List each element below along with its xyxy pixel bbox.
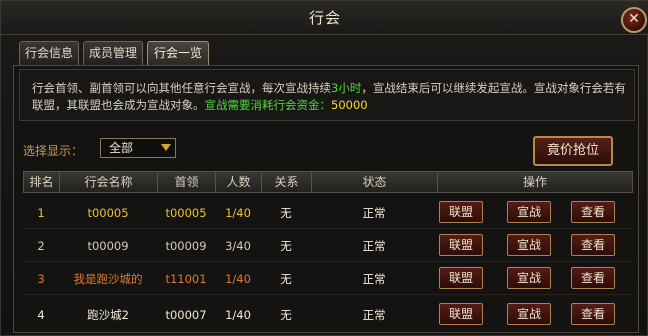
view-button[interactable]: 查看 [571,267,615,289]
leader-name: t00009 [165,239,207,253]
guild-name: t00009 [87,239,129,253]
tab-member-management[interactable]: 成员管理 [83,41,143,65]
table-row: 3 我是跑沙城的 t11001 1/40 无 正常 联盟 宣战 查看 [23,263,633,295]
alliance-button[interactable]: 联盟 [439,303,483,325]
relation: 无 [280,206,292,220]
filter-label: 选择显示： [23,144,84,158]
header-leader: 首领 [158,172,216,192]
member-count: 3/40 [225,239,251,253]
dropdown-arrow-icon [161,144,171,151]
rank: 4 [37,308,45,322]
rank: 3 [37,272,45,286]
filter-select[interactable]: 全部 [100,138,176,158]
table-row: 1 t00005 t00005 1/40 无 正常 联盟 宣战 查看 [23,197,633,229]
close-button[interactable]: ✕ [621,7,647,33]
relation: 无 [280,272,292,286]
table-row: 4 跑沙城2 t00007 1/40 无 正常 联盟 宣战 查看 [23,299,633,331]
leader-name: t00007 [165,308,207,322]
header-member-count: 人数 [216,172,262,192]
status: 正常 [362,272,386,286]
leader-name: t11001 [165,272,207,286]
rank: 2 [37,239,45,253]
window-title: 行会 [308,9,341,27]
close-icon: ✕ [628,11,640,27]
war-notice: 行会首领、副首领可以向其他任意行会宣战，每次宣战持续3小时，宣战结束后可以继续发… [19,69,635,121]
status: 正常 [362,239,386,253]
alliance-button[interactable]: 联盟 [439,201,483,223]
view-button[interactable]: 查看 [571,303,615,325]
relation: 无 [280,239,292,253]
member-count: 1/40 [225,272,251,286]
member-count: 1/40 [225,308,251,322]
header-guild-name: 行会名称 [60,172,158,192]
header-rank: 排名 [24,172,60,192]
table-row: 2 t00009 t00009 3/40 无 正常 联盟 宣战 查看 [23,230,633,262]
header-status: 状态 [312,172,438,192]
alliance-button[interactable]: 联盟 [439,234,483,256]
notice-text-1: 行会首领、副首领可以向其他任意行会宣战，每次宣战持续 [32,81,331,95]
table-header: 排名 行会名称 首领 人数 关系 状态 操作 [23,171,633,193]
view-button[interactable]: 查看 [571,234,615,256]
view-button[interactable]: 查看 [571,201,615,223]
tab-guild-info[interactable]: 行会信息 [19,41,79,65]
header-actions: 操作 [522,175,547,189]
declare-war-button[interactable]: 宣战 [507,201,551,223]
title-bar[interactable]: 行会 ✕ [1,1,648,35]
guild-window: 行会 ✕ 行会信息 成员管理 行会一览 行会首领、副首领可以向其他任意行会宣战，… [0,0,648,336]
declare-war-button[interactable]: 宣战 [507,303,551,325]
header-relation: 关系 [262,172,312,192]
notice-duration: 3小时 [331,81,362,95]
alliance-button[interactable]: 联盟 [439,267,483,289]
guild-name: t00005 [87,206,129,220]
leader-name: t00005 [165,206,207,220]
filter-selected-value: 全部 [109,141,134,155]
declare-war-button[interactable]: 宣战 [507,234,551,256]
status: 正常 [362,308,386,322]
guild-name: 跑沙城2 [87,308,129,322]
status: 正常 [362,206,386,220]
guild-name: 我是跑沙城的 [73,272,143,286]
declare-war-button[interactable]: 宣战 [507,267,551,289]
member-count: 1/40 [225,206,251,220]
notice-cost-value: 50000 [331,98,368,112]
notice-cost-label: 宣战需要消耗行会资金： [204,98,332,112]
bid-position-button[interactable]: 竟价抢位 [533,136,613,166]
relation: 无 [280,308,292,322]
rank: 1 [37,206,45,220]
tab-guild-list[interactable]: 行会一览 [147,41,209,65]
